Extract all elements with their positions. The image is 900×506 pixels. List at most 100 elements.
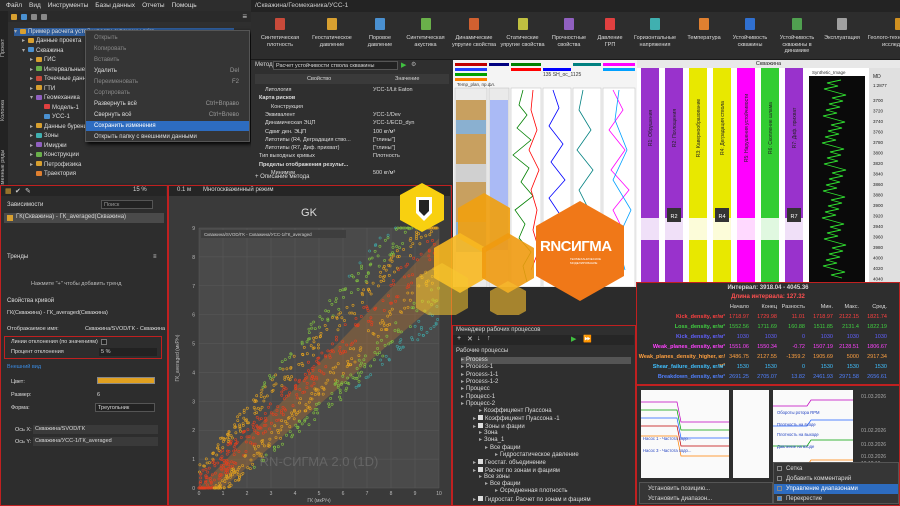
delete-icon[interactable]: ✕ [467, 335, 473, 343]
menu-item[interactable]: Помощь [172, 2, 197, 9]
property-row[interactable]: Динамическая ЭЦП УСС-1/ECD_dyn [255, 119, 449, 127]
checkbox-icon[interactable] [777, 486, 782, 491]
expand-icon[interactable]: ▸ [461, 394, 464, 400]
submenu-item[interactable]: Сетка [774, 464, 898, 474]
workflow-item[interactable]: ▸ Зона_1 [479, 437, 504, 444]
dependency-item[interactable]: ГК(Скважина) - ГК_averaged(Скважина) [4, 213, 164, 223]
filter-icon[interactable] [41, 13, 47, 20]
deviation-percent-input[interactable]: 5 % [99, 348, 157, 356]
property-row[interactable]: Тип выходных кривых Плотность [255, 152, 449, 160]
property-row[interactable]: Литотипы (R4, Деградация ство... ["глины"… [255, 136, 449, 144]
checkbox-icon[interactable] [478, 459, 484, 465]
tree-node[interactable]: Траектория [30, 170, 76, 178]
workflow-item[interactable]: ▸ Process [461, 357, 631, 364]
size-input[interactable]: 6 [97, 392, 100, 398]
vertical-tab[interactable]: Колонка [0, 81, 8, 139]
expand-icon[interactable]: ▸ [473, 460, 476, 466]
ribbon-button[interactable]: Синтетическая плотность [255, 12, 305, 60]
tree-node[interactable]: ▸ Петрофизика [30, 161, 81, 169]
appearance-link[interactable]: Внешний вид [7, 364, 41, 370]
checkbox-icon[interactable] [478, 466, 484, 472]
property-row[interactable]: Карта рисков [255, 94, 449, 102]
workflow-item[interactable]: ▸ Гидростатическое давление [495, 452, 579, 459]
workflow-item[interactable]: ▸ Расчет по зонам и фациям [473, 466, 560, 474]
expand-icon[interactable]: ▸ [473, 497, 476, 503]
dependencies-search[interactable]: Поиск [101, 200, 153, 209]
expand-icon[interactable]: ▸ [485, 445, 488, 451]
property-row[interactable]: Литология УСС-1/Lit Eaton [255, 86, 449, 94]
add-icon[interactable] [21, 13, 27, 20]
workflow-item[interactable]: ▸ Все зоны [479, 474, 510, 481]
submenu-item[interactable]: Перекрестие [774, 494, 898, 504]
ribbon-button[interactable]: Статические упругие свойства [500, 12, 545, 60]
workflow-item[interactable]: ▸ Процесс [461, 386, 490, 393]
menu-item[interactable]: Вид [29, 2, 41, 9]
context-menu-item[interactable]: Открыть [86, 33, 249, 43]
run-icon[interactable]: ▶ [401, 61, 406, 69]
axis-y-field[interactable]: Скважина/УСС-1/ГК_averaged [33, 437, 158, 446]
submenu-item[interactable]: Управление диапазонами [774, 484, 898, 494]
tree-node[interactable]: Модель-1 [38, 104, 79, 112]
expand-icon[interactable]: ▸ [461, 401, 464, 407]
property-row[interactable]: Литотипы (R7, Диф. прихват) ["глины"] [255, 144, 449, 152]
up-icon[interactable]: ↑ [487, 335, 491, 342]
folder-icon[interactable] [11, 13, 17, 20]
workflow-item[interactable]: ▸ Process-1-2 [461, 379, 498, 386]
property-row[interactable]: Эквивалент УСС-1/Dev [255, 111, 449, 119]
expand-icon[interactable]: ▸ [495, 488, 498, 494]
deviation-lines-checkbox[interactable] [101, 339, 107, 345]
workflow-item[interactable]: ▸ Процесс-2 [461, 401, 495, 408]
ribbon-button[interactable]: Устойчивость скважины [727, 12, 773, 60]
expand-icon[interactable]: ▸ [461, 379, 464, 385]
checkbox-icon[interactable] [478, 415, 484, 421]
workflow-item[interactable]: ▸ Все фации [485, 481, 520, 488]
method-description-button[interactable]: + Описание метода [255, 174, 309, 180]
tree-node[interactable]: ▸ ГИС [30, 56, 56, 64]
workflow-item[interactable]: ▸ Зона [479, 430, 498, 437]
expand-icon[interactable]: ▸ [473, 468, 476, 474]
workflow-item[interactable]: ▸ Гидростат. Расчет по зонам и фациям [473, 495, 591, 503]
ribbon-button[interactable]: Поровое давление [359, 12, 401, 60]
expand-icon[interactable]: ▸ [461, 357, 464, 363]
ribbon-button[interactable]: Горизонтальные напряжения [629, 12, 681, 60]
tree-node[interactable]: ▾ Скважина [22, 47, 63, 55]
expand-icon[interactable]: ▸ [473, 416, 476, 422]
expand-icon[interactable]: ▸ [485, 481, 488, 487]
workflow-item[interactable]: ▸ Все фации [485, 445, 520, 452]
tree-node[interactable]: ▸ Зоны [30, 132, 59, 140]
menu-item[interactable]: Файл [6, 2, 22, 9]
expand-icon[interactable]: ▸ [479, 437, 482, 443]
method-select[interactable]: Расчет устойчивости ствола скважины [273, 61, 398, 70]
workflow-item[interactable]: ▸ Зоны и фации [473, 422, 525, 430]
tree-node[interactable]: ▸ Конструкции [30, 151, 79, 159]
tree-node[interactable]: ▾ Геомеханика [30, 94, 80, 102]
zoom-level[interactable]: 15 % [133, 187, 147, 193]
expand-icon[interactable]: ▸ [461, 364, 464, 370]
expand-icon[interactable]: ▸ [479, 430, 482, 436]
submenu-item[interactable]: Добавить комментарий [774, 474, 898, 484]
context-menu-item[interactable]: Установить диапазон... [648, 494, 712, 504]
display-name-value[interactable]: Скважина/SVOD/ГК - Скважина [85, 326, 165, 332]
shape-select[interactable]: Треугольник [95, 403, 155, 412]
context-menu-item[interactable]: Удалить Del [86, 66, 249, 76]
tree-node[interactable]: УСС-1 [38, 113, 70, 121]
color-picker[interactable] [97, 377, 155, 384]
checkbox-icon[interactable] [777, 466, 782, 471]
checkbox-icon[interactable] [478, 422, 484, 428]
trends-menu-icon[interactable]: ≡ [153, 254, 157, 260]
checkbox-icon[interactable] [777, 496, 782, 501]
expand-icon[interactable]: ▸ [461, 372, 464, 378]
database-icon[interactable] [31, 13, 37, 20]
brush-icon[interactable]: ✎ [25, 187, 31, 195]
property-row[interactable]: Сдвиг ден. ЭЦП 100 кг/м³ [255, 128, 449, 136]
expand-icon[interactable]: ▸ [495, 452, 498, 458]
tree-node[interactable]: ▸ Имиджи [30, 142, 67, 150]
tree-node[interactable]: ▸ Точечные данные [30, 75, 94, 83]
ribbon-button[interactable]: Температура [683, 12, 725, 60]
context-menu-item[interactable]: Открыть папку с внешними данными [86, 132, 249, 142]
workflow-item[interactable]: ▸ Коэффициент Пуассона -1 [473, 415, 560, 422]
menu-icon[interactable]: ≡ [242, 12, 247, 21]
add-icon[interactable]: + [457, 335, 461, 342]
expand-icon[interactable]: ▸ [473, 424, 476, 430]
axis-x-field[interactable]: Скважина/SVOD/ГК [33, 425, 158, 434]
